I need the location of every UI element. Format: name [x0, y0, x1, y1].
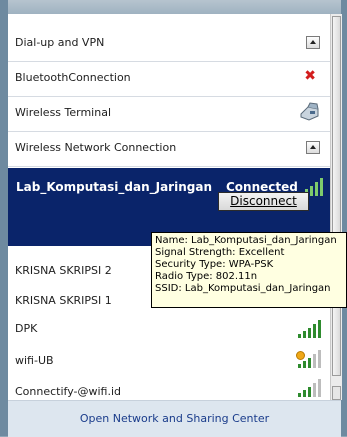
- vertical-scrollbar[interactable]: [330, 14, 342, 400]
- signal-strength-icon: [298, 320, 322, 338]
- section-wireless-terminal[interactable]: Wireless Terminal: [8, 96, 330, 132]
- collapse-button[interactable]: [306, 141, 320, 154]
- network-name: wifi-UB: [15, 354, 54, 367]
- scrollbar-thumb[interactable]: [332, 16, 341, 376]
- disconnect-label: Disconnect: [230, 194, 297, 208]
- window-background-top: [0, 0, 347, 14]
- expand-button[interactable]: [306, 36, 320, 49]
- tooltip-security: Security Type: WPA-PSK: [155, 259, 274, 270]
- tooltip-radio: Radio Type: 802.11n: [155, 271, 258, 282]
- section-wireless-network[interactable]: Wireless Network Connection: [8, 131, 330, 167]
- section-label: Wireless Network Connection: [15, 141, 177, 154]
- tooltip-name: Name: Lab_Komputasi_dan_Jaringan: [155, 235, 337, 246]
- open-network-sharing-center-link[interactable]: Open Network and Sharing Center: [8, 412, 341, 425]
- modem-icon: [300, 102, 319, 121]
- scroll-down-button[interactable]: [332, 386, 341, 400]
- network-item[interactable]: wifi-UB: [8, 344, 330, 379]
- network-details-tooltip: Name: Lab_Komputasi_dan_Jaringan Signal …: [151, 232, 347, 308]
- section-bluetooth[interactable]: BluetoothConnection ✖: [8, 61, 330, 97]
- signal-strength-icon: [298, 379, 322, 397]
- network-name: DPK: [15, 322, 38, 335]
- signal-warning-icon: [296, 350, 322, 368]
- section-label: Wireless Terminal: [15, 106, 112, 119]
- disconnect-button[interactable]: Disconnect: [218, 192, 309, 211]
- network-name: Connectify-@wifi.id: [15, 385, 122, 398]
- section-label: BluetoothConnection: [15, 71, 131, 84]
- network-name: KRISNA SKRIPSI 1: [15, 294, 112, 307]
- section-dialup-vpn[interactable]: Dial-up and VPN: [8, 26, 330, 62]
- network-item[interactable]: Connectify-@wifi.id: [8, 375, 330, 400]
- disconnected-x-icon: ✖: [304, 68, 316, 84]
- tooltip-ssid: SSID: Lab_Komputasi_dan_Jaringan: [155, 283, 331, 294]
- network-item[interactable]: DPK: [8, 312, 330, 347]
- section-label: Dial-up and VPN: [15, 36, 105, 49]
- network-name: Lab_Komputasi_dan_Jaringan: [16, 180, 212, 194]
- tooltip-signal: Signal Strength: Excellent: [155, 247, 285, 258]
- window-background-left: [0, 0, 8, 436]
- network-name: KRISNA SKRIPSI 2: [15, 264, 112, 277]
- footer: Open Network and Sharing Center: [8, 400, 341, 437]
